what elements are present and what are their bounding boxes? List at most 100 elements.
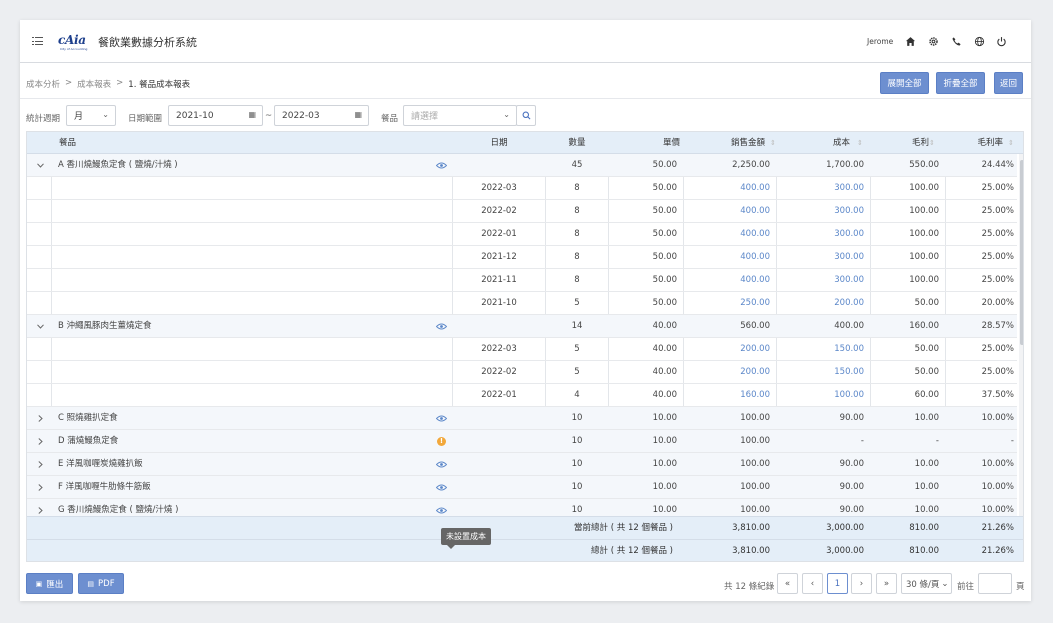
- date-to-input[interactable]: 2022-03 ▦: [274, 105, 369, 126]
- sales-cell[interactable]: 400.00: [683, 177, 770, 200]
- column-header[interactable]: 單價: [609, 132, 680, 154]
- back-button[interactable]: 返回: [994, 72, 1023, 94]
- sales-cell[interactable]: 250.00: [683, 292, 770, 315]
- sales-cell: 2,250.00: [732, 160, 770, 170]
- eye-icon[interactable]: [435, 160, 447, 171]
- table-row-group[interactable]: E 洋風咖喱炭燒雞扒飯 10 10.00 100.00 90.00 10.00 10.00%: [27, 453, 1017, 476]
- cost-cell[interactable]: 200.00: [776, 292, 864, 315]
- cost-cell[interactable]: 300.00: [776, 200, 864, 223]
- sort-icon[interactable]: ⇕: [929, 132, 935, 154]
- user-name[interactable]: Jerome: [867, 37, 893, 46]
- next-page-button[interactable]: ›: [851, 573, 872, 594]
- eye-icon[interactable]: [435, 413, 447, 424]
- warning-icon[interactable]: !: [437, 437, 446, 446]
- margin-cell: 10.00%: [981, 482, 1014, 492]
- date-cell: 2022-03: [481, 183, 517, 193]
- table-row-group[interactable]: F 洋風咖喱牛肋條牛筋飯 10 10.00 100.00 90.00 10.00 10.00…: [27, 476, 1017, 499]
- sales-cell[interactable]: 160.00: [683, 384, 770, 407]
- unit-price-cell: 10.00: [652, 482, 677, 492]
- column-header[interactable]: 日期: [453, 132, 545, 154]
- cost-cell[interactable]: 150.00: [776, 361, 864, 384]
- globe-icon[interactable]: [972, 34, 986, 48]
- eye-icon[interactable]: [435, 505, 447, 516]
- cost-cell[interactable]: 300.00: [776, 269, 864, 292]
- sales-cell[interactable]: 400.00: [683, 223, 770, 246]
- column-header[interactable]: 數量: [546, 132, 608, 154]
- breadcrumb-item[interactable]: 成本報表: [77, 78, 111, 90]
- sort-icon[interactable]: ⇕: [1008, 132, 1014, 154]
- search-button[interactable]: [516, 105, 536, 126]
- table-row-group[interactable]: C 照燒雞扒定食 10 10.00 100.00 90.00 10.00 10.00%: [27, 407, 1017, 430]
- vertical-scrollbar[interactable]: [1019, 154, 1023, 516]
- cost-cell: 90.00: [839, 482, 864, 492]
- chevron-right-icon[interactable]: [35, 407, 45, 430]
- table-row-group[interactable]: G 香川燒鰻魚定食 ( 鹽燒/汁燒 ) 10 10.00 100.00 90.00 10.…: [27, 499, 1017, 516]
- power-icon[interactable]: [994, 34, 1008, 48]
- eye-icon[interactable]: [435, 482, 447, 493]
- eye-icon[interactable]: [435, 459, 447, 470]
- period-select[interactable]: 月 ⌄: [66, 105, 116, 126]
- chevron-right-icon[interactable]: [35, 476, 45, 499]
- scrollbar-thumb[interactable]: [1020, 160, 1023, 345]
- table-body: A 香川燒鰻魚定食 ( 鹽燒/汁燒 ) 45 50.00 2,250.00 1,700.…: [27, 154, 1023, 516]
- chevron-down-icon[interactable]: [35, 154, 45, 177]
- prev-page-button[interactable]: ‹: [802, 573, 823, 594]
- table-row-group[interactable]: A 香川燒鰻魚定食 ( 鹽燒/汁燒 ) 45 50.00 2,250.00 1,700.…: [27, 154, 1017, 177]
- goto-page-input[interactable]: [978, 573, 1012, 594]
- cost-cell[interactable]: 300.00: [776, 246, 864, 269]
- settings-icon[interactable]: [926, 34, 940, 48]
- pdf-button[interactable]: ▤ PDF: [78, 573, 124, 594]
- home-icon[interactable]: [903, 34, 917, 48]
- page-button-current[interactable]: 1: [827, 573, 848, 594]
- table-row: 2022-01 4 40.00 160.00 100.00 60.00 37.50%: [27, 384, 1017, 407]
- table-row-group[interactable]: D 蒲燒鰻魚定食! 10 10.00 100.00 - - -: [27, 430, 1017, 453]
- cost-cell: 90.00: [839, 459, 864, 469]
- sales-cell[interactable]: 400.00: [683, 269, 770, 292]
- item-name: F 洋風咖喱牛肋條牛筋飯: [58, 482, 151, 492]
- date-cell: [453, 407, 545, 430]
- date-from-input[interactable]: 2021-10 ▦: [168, 105, 263, 126]
- chevron-down-icon[interactable]: [35, 315, 45, 338]
- logo-subtitle: City of Accounting: [60, 47, 88, 51]
- quantity-cell: 5: [574, 344, 580, 354]
- chevron-right-icon[interactable]: [35, 430, 45, 453]
- first-page-button[interactable]: «: [777, 573, 798, 594]
- sales-cell[interactable]: 400.00: [683, 200, 770, 223]
- column-header[interactable]: 成本: [768, 132, 850, 154]
- cost-cell[interactable]: 300.00: [776, 177, 864, 200]
- table-row-group[interactable]: B 沖繩風豚肉生薑燒定食 14 40.00 560.00 400.00 160.00 28.…: [27, 315, 1017, 338]
- item-name: A 香川燒鰻魚定食 ( 鹽燒/汁燒 ): [58, 160, 178, 170]
- collapse-all-button[interactable]: 折疊全部: [936, 72, 985, 94]
- quantity-cell: 5: [574, 367, 580, 377]
- sort-icon[interactable]: ⇕: [770, 132, 776, 154]
- breadcrumb-item[interactable]: 成本分析: [26, 78, 60, 90]
- cost-cell: 400.00: [834, 321, 864, 331]
- sales-cell[interactable]: 200.00: [683, 338, 770, 361]
- column-header[interactable]: 毛利率: [933, 132, 1003, 154]
- chevron-right-icon[interactable]: [35, 453, 45, 476]
- column-header[interactable]: 毛利: [863, 132, 929, 154]
- last-page-button[interactable]: »: [876, 573, 897, 594]
- expand-all-button[interactable]: 展開全部: [880, 72, 929, 94]
- column-header[interactable]: 銷售金額: [683, 132, 765, 154]
- sales-cell[interactable]: 200.00: [683, 361, 770, 384]
- sort-icon[interactable]: ⇕: [857, 132, 863, 154]
- margin-cell: 24.44%: [981, 160, 1014, 170]
- cost-cell[interactable]: 300.00: [776, 223, 864, 246]
- menu-icon[interactable]: [32, 35, 44, 47]
- phone-icon[interactable]: [949, 34, 963, 48]
- chevron-right-icon[interactable]: [35, 499, 45, 516]
- cost-cell[interactable]: 100.00: [776, 384, 864, 407]
- date-cell: [453, 499, 545, 516]
- item-select[interactable]: 請選擇 ⌄: [403, 105, 517, 126]
- column-header[interactable]: 餐品: [59, 132, 76, 154]
- export-button[interactable]: ▣ 匯出: [26, 573, 73, 594]
- quantity-cell: 10: [571, 436, 583, 446]
- item-label: 餐品: [381, 114, 399, 124]
- sales-cell[interactable]: 400.00: [683, 246, 770, 269]
- date-cell: 2021-12: [481, 252, 517, 262]
- profit-cell: 100.00: [909, 275, 939, 285]
- page-size-select[interactable]: 30 條/頁 ⌄: [901, 573, 952, 594]
- cost-cell[interactable]: 150.00: [776, 338, 864, 361]
- eye-icon[interactable]: [435, 321, 447, 332]
